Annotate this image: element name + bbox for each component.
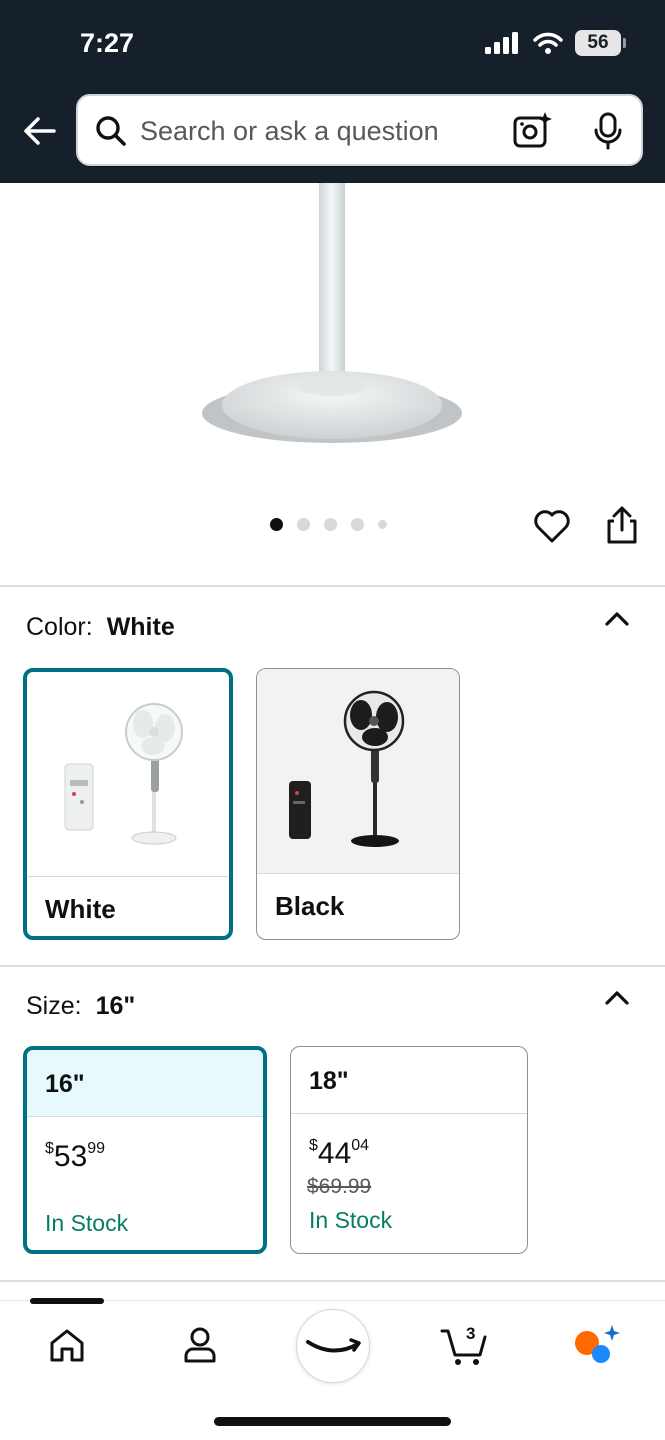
back-arrow-icon[interactable] [20,112,58,150]
color-option-label: Black [275,891,345,921]
home-indicator [214,1417,451,1426]
size-selected-value: 16" [95,992,136,1020]
microphone-icon[interactable] [588,111,628,151]
home-icon[interactable] [45,1323,89,1367]
camera-lens-icon[interactable] [512,111,552,151]
account-icon[interactable] [178,1323,222,1367]
size-divider [27,1116,263,1117]
color-option-black[interactable]: Black [256,668,460,940]
chevron-up-icon[interactable] [602,983,632,1013]
white-fan-thumbnail [64,703,183,845]
search-icon [96,116,126,146]
image-pagination[interactable] [270,518,387,531]
share-icon[interactable] [602,505,642,545]
page-dot[interactable] [324,518,337,531]
price-whole: 53 [53,1140,88,1173]
color-option-white[interactable]: White [23,668,233,940]
battery-indicator: 56 [575,30,626,56]
cart-count: 3 [466,1324,475,1343]
cart-icon[interactable]: 3 [440,1323,488,1367]
size-price: $4404 [309,1137,369,1171]
chevron-up-icon[interactable] [602,604,632,634]
status-time: 7:27 [80,28,135,58]
size-price: $5399 [45,1140,105,1174]
size-option-name: 16" [27,1050,263,1116]
color-option-label: White [45,894,116,924]
size-option-16[interactable]: 16" $5399 In Stock [23,1046,267,1254]
swatch-divider [27,876,229,877]
size-label-text: Size: [26,992,82,1020]
color-label-text: Color: [26,613,93,641]
page-dot[interactable] [351,518,364,531]
list-price: $69.99 [307,1175,372,1198]
wifi-icon [533,32,563,54]
heart-icon[interactable] [532,506,572,546]
section-divider [0,585,665,587]
size-option-name: 18" [309,1067,349,1095]
color-selected-value: White [106,613,175,641]
active-tab-indicator [30,1298,104,1304]
color-label: Color: White [26,613,175,642]
price-symbol: $ [45,1140,54,1157]
amazon-smile-icon [306,1338,361,1353]
page-dot[interactable] [270,518,283,531]
swatch-divider [257,873,459,874]
black-fan-thumbnail [257,669,459,873]
price-fraction: 99 [87,1140,106,1157]
product-image[interactable] [0,183,665,483]
rufus-assistant-icon[interactable] [572,1323,620,1367]
status-icons: 56 [485,30,626,56]
price-whole: 44 [317,1137,352,1170]
signal-icon [485,32,518,54]
size-label: Size: 16" [26,992,135,1021]
stock-status: In Stock [309,1207,393,1233]
price-symbol: $ [309,1137,318,1154]
section-divider [0,1280,665,1282]
search-bar[interactable] [76,94,643,166]
amazon-home-button[interactable] [296,1309,370,1383]
search-input[interactable] [140,114,480,148]
price-fraction: 04 [351,1137,370,1154]
page-dot[interactable] [378,520,387,529]
top-header: 7:27 56 [0,0,665,183]
size-divider [291,1113,527,1114]
size-option-18[interactable]: 18" $4404 $69.99 In Stock [290,1046,528,1254]
page-dot[interactable] [297,518,310,531]
stock-status: In Stock [45,1210,129,1236]
section-divider [0,965,665,967]
